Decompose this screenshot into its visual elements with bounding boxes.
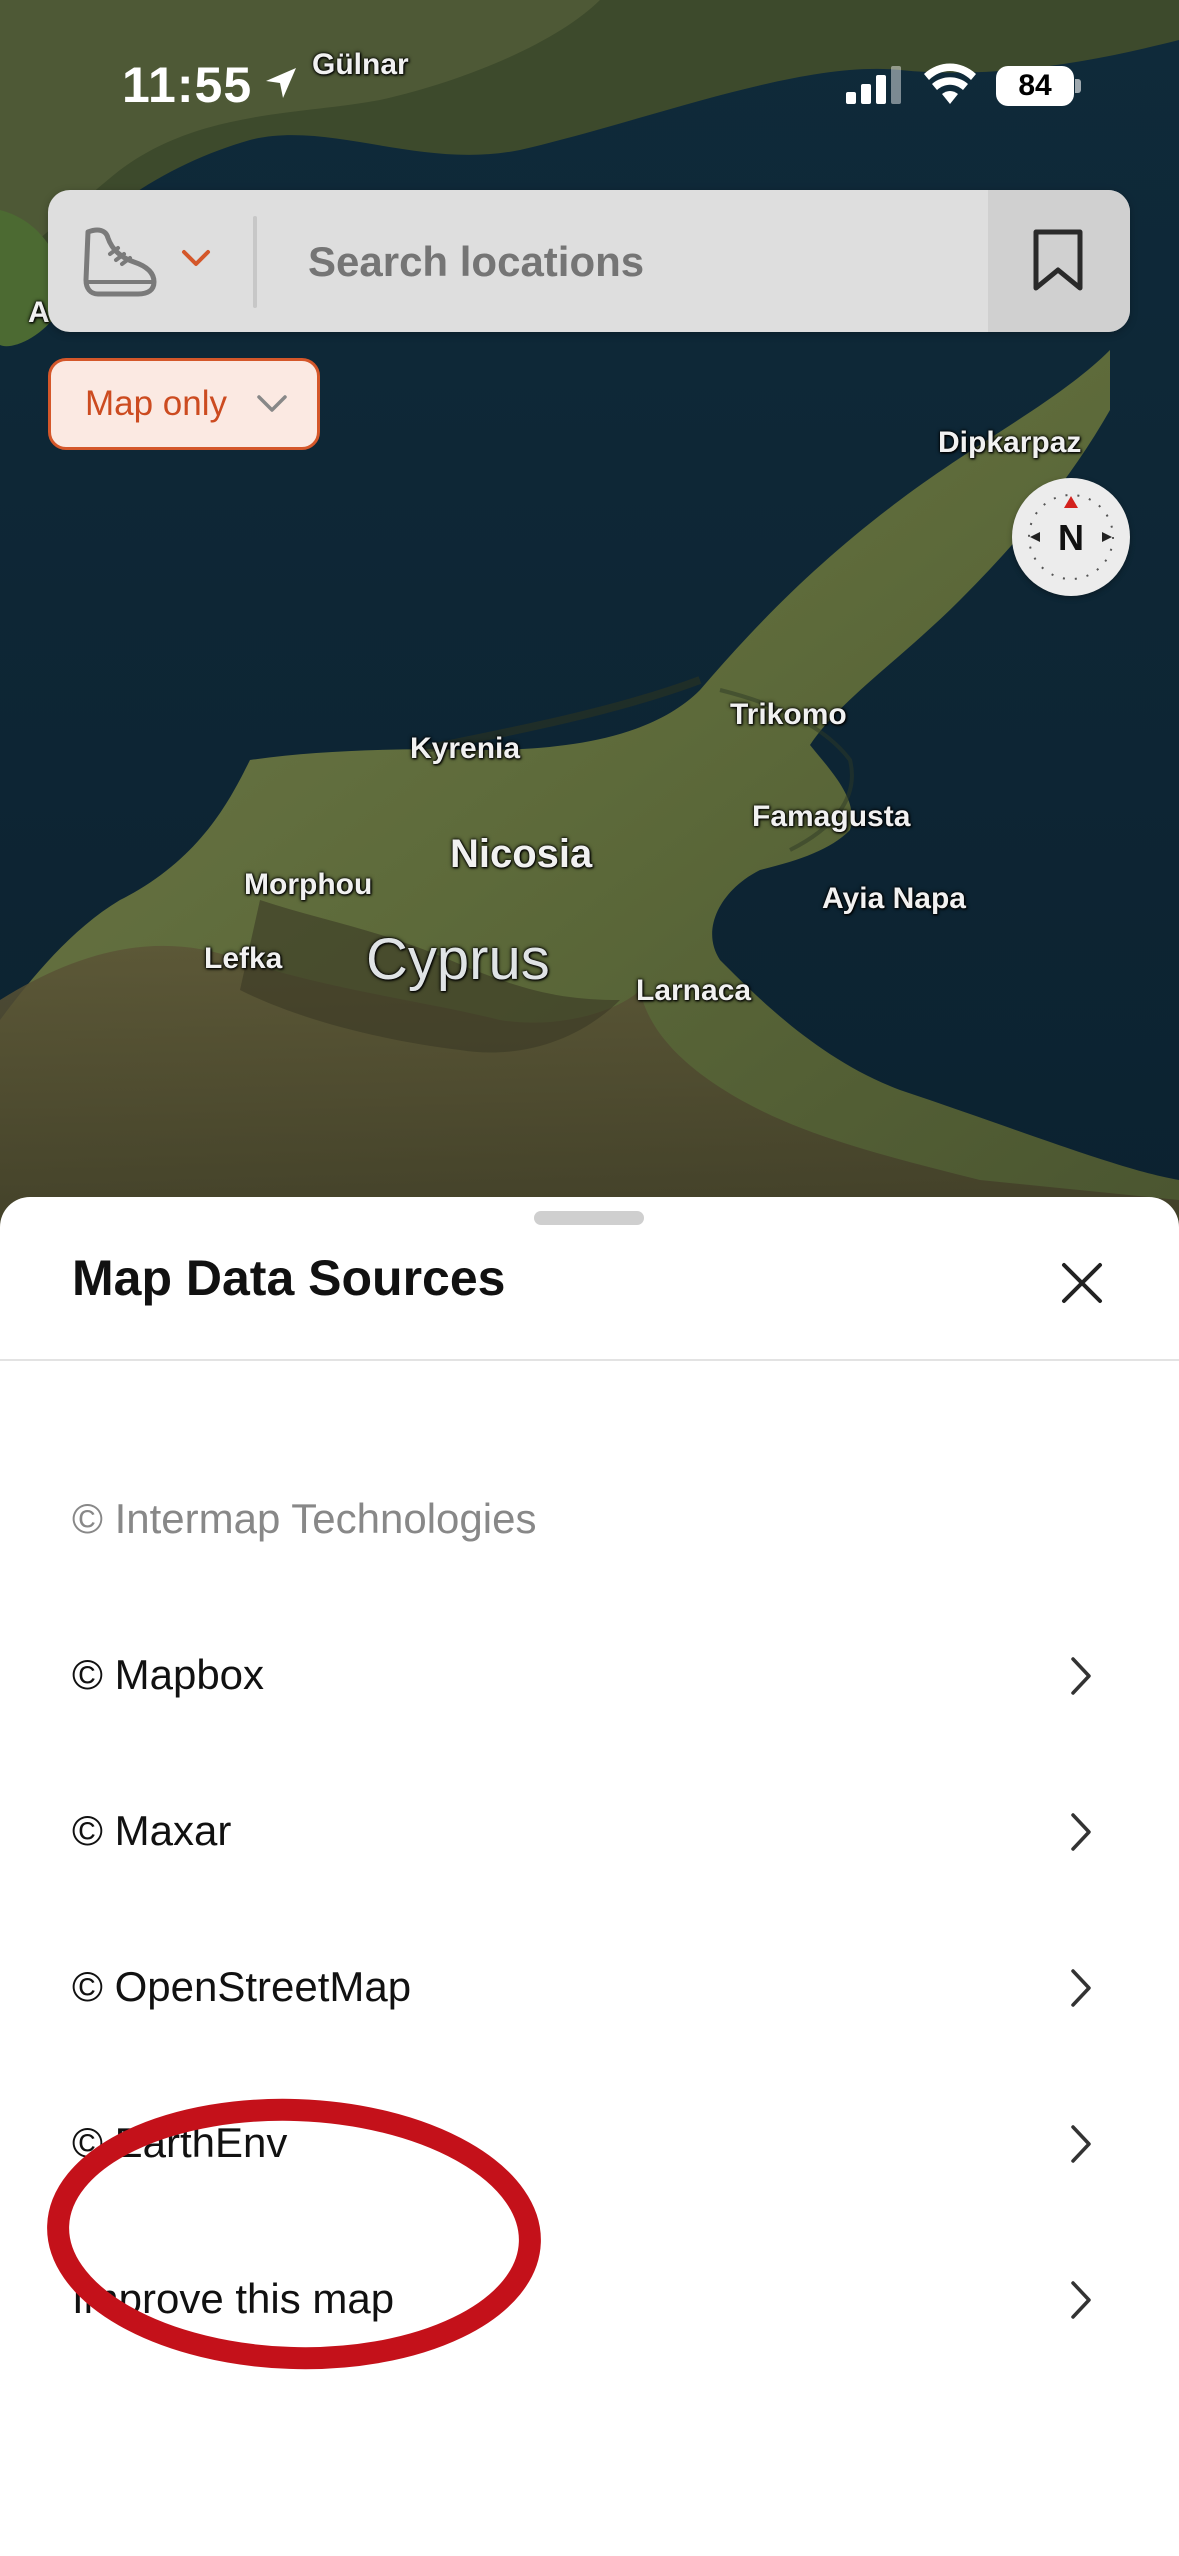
chevron-right-icon <box>1071 2281 1091 2319</box>
status-bar: 11:55 84 <box>0 0 1179 170</box>
travel-mode-selector[interactable] <box>48 190 248 332</box>
sheet-grabber[interactable] <box>534 1211 644 1225</box>
source-row-maxar[interactable]: © Maxar <box>0 1753 1179 1909</box>
source-row-mapbox[interactable]: © Mapbox <box>0 1597 1179 1753</box>
divider <box>253 216 257 308</box>
map-label: Dipkarpaz <box>938 426 1082 459</box>
map-label: A <box>28 296 50 329</box>
map-label: Lefka <box>204 942 283 975</box>
cellular-signal-icon <box>846 66 901 104</box>
source-row-earthenv[interactable]: © EarthEnv <box>0 2065 1179 2221</box>
compass-button[interactable]: N <box>1012 478 1130 596</box>
map-label: Kyrenia <box>410 732 521 765</box>
compass-icon: N <box>1028 494 1114 580</box>
map-label: Nicosia <box>450 832 593 876</box>
source-label: © Mapbox <box>72 1651 265 1698</box>
source-label: © Intermap Technologies <box>72 1495 537 1542</box>
map-view[interactable]: Gülnar A Dipkarpaz Trikomo Kyrenia Famag… <box>0 0 1179 1240</box>
search-bar <box>48 190 1130 332</box>
battery-indicator: 84 <box>996 66 1081 106</box>
wifi-icon <box>924 63 976 104</box>
map-label: Larnaca <box>636 974 752 1007</box>
chevron-right-icon <box>1071 2125 1091 2163</box>
improve-map-row[interactable]: Improve this map <box>0 2221 1179 2377</box>
chevron-right-icon <box>1071 1969 1091 2007</box>
compass-label: N <box>1058 517 1084 558</box>
hiking-shoe-icon <box>83 227 157 297</box>
chevron-down-icon <box>257 395 287 412</box>
source-row-intermap: © Intermap Technologies <box>0 1441 1179 1597</box>
source-label: © Maxar <box>72 1807 232 1854</box>
sheet-title: Map Data Sources <box>72 1250 506 1306</box>
satellite-imagery <box>0 0 1179 1240</box>
battery-percent: 84 <box>1018 69 1052 102</box>
map-layer-filter-button[interactable]: Map only <box>48 358 320 450</box>
map-label: Famagusta <box>752 800 911 833</box>
map-country-label: Cyprus <box>366 927 550 992</box>
bookmark-icon <box>1033 229 1083 291</box>
location-arrow-icon <box>266 68 296 98</box>
source-label: © EarthEnv <box>72 2119 288 2166</box>
source-label: © OpenStreetMap <box>72 1963 412 2010</box>
chevron-down-icon <box>182 250 210 266</box>
map-data-sources-sheet: Map Data Sources © Intermap Technologies… <box>0 1197 1179 2556</box>
status-time: 11:55 <box>122 57 253 113</box>
improve-map-label: Improve this map <box>72 2275 395 2322</box>
map-label: Ayia Napa <box>822 882 966 915</box>
chevron-right-icon <box>1071 1813 1091 1851</box>
bookmarks-button[interactable] <box>988 190 1130 332</box>
close-icon[interactable] <box>1054 1255 1110 1311</box>
source-row-openstreetmap[interactable]: © OpenStreetMap <box>0 1909 1179 2065</box>
map-label: Morphou <box>244 868 373 901</box>
divider <box>0 1359 1179 1361</box>
map-layer-filter-label: Map only <box>85 384 228 423</box>
map-label: Trikomo <box>730 698 847 731</box>
search-input[interactable] <box>306 190 1010 332</box>
chevron-right-icon <box>1071 1657 1091 1695</box>
